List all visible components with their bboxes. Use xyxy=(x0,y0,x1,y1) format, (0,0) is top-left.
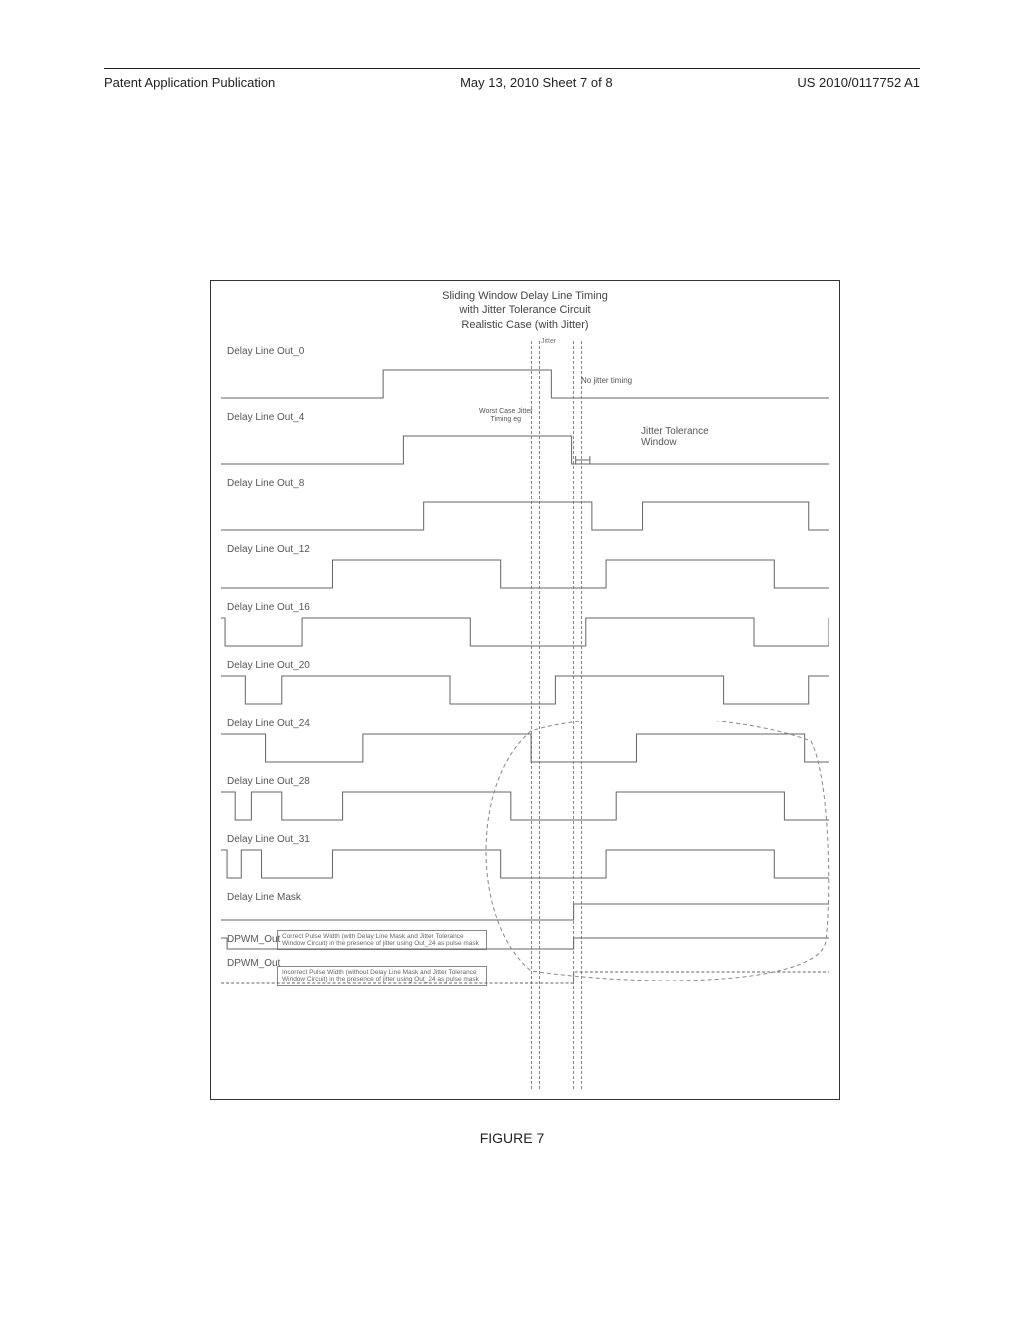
row-out-0: Delay Line Out_0 Jitter No jitter timing xyxy=(221,340,829,406)
row-label: Delay Line Out_4 xyxy=(227,412,304,423)
waveform xyxy=(221,672,829,708)
row-out-12: Delay Line Out_12 xyxy=(221,538,829,596)
header-left: Patent Application Publication xyxy=(104,75,275,90)
waveform xyxy=(221,432,829,468)
row-out-16: Delay Line Out_16 xyxy=(221,596,829,654)
waveform xyxy=(221,730,829,766)
row-label: Delay Line Out_12 xyxy=(227,544,310,555)
row-out-8: Delay Line Out_8 xyxy=(221,472,829,538)
row-label: Delay Line Out_20 xyxy=(227,660,310,671)
worst-case-annotation: Worst Case Jitter Timing eg xyxy=(479,408,533,423)
waveform xyxy=(221,498,829,534)
row-label: Delay Line Out_31 xyxy=(227,834,310,845)
header-right: US 2010/0117752 A1 xyxy=(797,75,920,90)
waveform xyxy=(221,968,829,986)
waveform xyxy=(221,556,829,592)
figure-title-line2: with Jitter Tolerance Circuit xyxy=(459,304,590,316)
figure-caption: FIGURE 7 xyxy=(0,1130,1024,1146)
row-label: Delay Line Out_8 xyxy=(227,478,304,489)
row-label: Delay Line Out_16 xyxy=(227,602,310,613)
waveform xyxy=(221,366,829,402)
row-label: Delay Line Out_0 xyxy=(227,346,304,357)
row-out-20: Delay Line Out_20 xyxy=(221,654,829,712)
row-out-24: Delay Line Out_24 xyxy=(221,712,829,770)
row-mask: Delay Line Mask xyxy=(221,886,829,928)
header-center: May 13, 2010 Sheet 7 of 8 xyxy=(460,75,613,90)
jitter-annotation: Jitter xyxy=(541,338,556,346)
waveform xyxy=(221,900,829,924)
row-label: Delay Line Out_28 xyxy=(227,776,310,787)
waveform xyxy=(221,788,829,824)
figure-title: Sliding Window Delay Line Timing with Ji… xyxy=(221,289,829,332)
page-header: Patent Application Publication May 13, 2… xyxy=(104,68,920,90)
figure-title-line1: Sliding Window Delay Line Timing xyxy=(442,290,608,302)
row-label: Delay Line Out_24 xyxy=(227,718,310,729)
row-out-31: Delay Line Out_31 xyxy=(221,828,829,886)
waveform xyxy=(221,934,829,952)
waveform xyxy=(221,614,829,650)
figure-title-line3: Realistic Case (with Jitter) xyxy=(461,319,588,331)
figure-7-diagram: Sliding Window Delay Line Timing with Ji… xyxy=(210,280,840,1100)
row-dpwm-correct: DPWM_Out Correct Pulse Width (with Delay… xyxy=(221,928,829,956)
row-out-4: Delay Line Out_4 Worst Case Jitter Timin… xyxy=(221,406,829,472)
row-out-28: Delay Line Out_28 xyxy=(221,770,829,828)
waveform xyxy=(221,846,829,882)
row-dpwm-incorrect: DPWM_Out Incorrect Pulse Width (without … xyxy=(221,956,829,990)
